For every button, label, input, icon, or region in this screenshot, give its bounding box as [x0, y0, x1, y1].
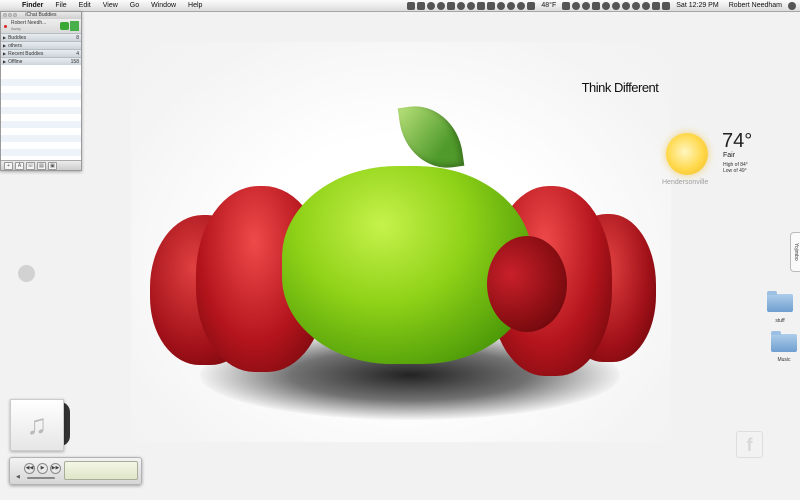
group-count: 8	[76, 34, 79, 41]
ichat-bottom-toolbar: + A ☏ ▤ ▣	[1, 160, 81, 170]
weather-temperature: 74°	[722, 130, 753, 152]
think-different-wallpaper-text: Think Different	[570, 80, 670, 130]
next-track-button[interactable]: ▶▶	[50, 463, 61, 474]
menu-view[interactable]: View	[97, 2, 124, 9]
refresh-menu-icon[interactable]	[602, 1, 611, 10]
user-name[interactable]: Robert Needham	[725, 2, 786, 9]
sync-menu-icon[interactable]	[582, 1, 591, 10]
ichat-title: iChat Buddies	[25, 12, 57, 18]
timer-menu-icon[interactable]	[507, 1, 516, 10]
zoom-button[interactable]	[13, 13, 17, 17]
group-name: Buddies	[8, 34, 27, 41]
folder-label[interactable]: Music	[769, 357, 799, 363]
volume-menu-icon[interactable]	[652, 1, 661, 10]
folder-icon[interactable]	[771, 331, 797, 352]
weather-condition: Fair	[723, 152, 736, 159]
green-apple-bite	[487, 236, 567, 332]
ichat-title-bar[interactable]: iChat Buddies	[1, 12, 81, 19]
think-different-text: Think Different	[581, 80, 659, 95]
yojimbo-drop-tab[interactable]: Yojimbo	[790, 232, 800, 272]
menu-help[interactable]: Help	[182, 2, 208, 9]
eject-menu-icon[interactable]	[622, 1, 631, 10]
group-count: 158	[70, 58, 79, 65]
weather-menu-text[interactable]: 48°F	[537, 2, 560, 9]
buddy-list-area[interactable]	[1, 72, 81, 160]
audio-chat-button[interactable]: ☏	[26, 161, 35, 170]
wifi-menu-icon[interactable]	[642, 1, 651, 10]
album-art[interactable]: ♫	[10, 399, 64, 451]
video-chat-button[interactable]: ▤	[37, 161, 46, 170]
volume-slider[interactable]	[27, 477, 55, 479]
menu-file[interactable]: File	[49, 2, 72, 9]
paw-menu-icon[interactable]	[437, 1, 446, 10]
printer-menu-icon[interactable]	[562, 1, 571, 10]
weather-city: Hendersonville	[662, 179, 709, 186]
previous-track-button[interactable]: ◀◀	[24, 463, 35, 474]
disclosure-triangle-icon[interactable]: ▶	[3, 59, 6, 64]
window-controls	[3, 13, 17, 17]
menu-edit[interactable]: Edit	[73, 2, 97, 9]
minimize-button[interactable]	[8, 13, 12, 17]
group-count: 4	[76, 50, 79, 57]
twitter-menu-icon[interactable]	[447, 1, 456, 10]
ichat-buddies-window[interactable]: iChat Buddies Robert Needh... Away ▶ Budd…	[0, 11, 82, 171]
spotlight-icon[interactable]	[788, 1, 796, 10]
weather-low: Low of 49°	[723, 168, 747, 174]
group-offline[interactable]: ▶ Offline 158	[1, 57, 81, 65]
close-button[interactable]	[3, 13, 7, 17]
skype-menu-icon[interactable]	[467, 1, 476, 10]
status-area: 48°F Sat 12:29 PM Robert Needham	[407, 0, 796, 11]
facebook-icon[interactable]: f	[736, 431, 763, 458]
add-buddy-button[interactable]: +	[4, 161, 13, 170]
clock[interactable]: Sat 12:29 PM	[672, 2, 722, 9]
desktop-dot	[18, 265, 35, 282]
group-others[interactable]: ▶ others	[1, 41, 81, 49]
menu-finder[interactable]: Finder	[16, 2, 49, 9]
play-button[interactable]: ▶	[37, 463, 48, 474]
brightness-menu-icon[interactable]	[517, 1, 526, 10]
folder-icon[interactable]	[767, 291, 793, 312]
music-note-icon: ♫	[26, 409, 48, 440]
text-chat-button[interactable]: A	[15, 161, 24, 170]
group-recent-buddies[interactable]: ▶ Recent Buddies 4	[1, 49, 81, 57]
group-name: Offline	[8, 58, 23, 65]
timemachine-menu-icon[interactable]	[612, 1, 621, 10]
status-menu-icon[interactable]	[572, 1, 581, 10]
chat-menu-icon[interactable]	[457, 1, 466, 10]
sun-icon	[666, 133, 708, 175]
menu-bar: Finder File Edit View Go Window Help 48°…	[0, 0, 800, 12]
buddy-picture[interactable]	[70, 21, 79, 31]
group-buddies[interactable]: ▶ Buddies 8	[1, 33, 81, 41]
speaker-icon: ◀	[16, 474, 20, 480]
box-menu-icon[interactable]	[592, 1, 601, 10]
music-menu-icon[interactable]	[407, 1, 416, 10]
status-dot-icon[interactable]	[4, 25, 7, 28]
bluetooth-menu-icon[interactable]	[632, 1, 641, 10]
weather-high-low: High of 84° Low of 49°	[723, 162, 748, 174]
facebook-menu-icon[interactable]	[417, 1, 426, 10]
music-player-widget: ◀◀ ▶ ▶▶ ◀	[9, 457, 142, 485]
player-lcd	[64, 461, 138, 480]
group-name: Recent Buddies	[8, 50, 44, 57]
menu-go[interactable]: Go	[124, 2, 145, 9]
video-camera-icon[interactable]	[60, 22, 69, 30]
disclosure-triangle-icon[interactable]: ▶	[3, 35, 6, 40]
dropbox-menu-icon[interactable]	[477, 1, 486, 10]
cloud2-menu-icon[interactable]	[527, 1, 536, 10]
folder-label[interactable]: stuff	[765, 318, 795, 324]
disclosure-triangle-icon[interactable]: ▶	[3, 43, 6, 48]
clock-menu-icon[interactable]	[427, 1, 436, 10]
ichat-user-row[interactable]: Robert Needh... Away	[1, 19, 81, 33]
cloud-menu-icon[interactable]	[497, 1, 506, 10]
screen-share-button[interactable]: ▣	[48, 161, 57, 170]
battery-menu-icon[interactable]	[662, 1, 671, 10]
scissors-menu-icon[interactable]	[487, 1, 496, 10]
menu-window[interactable]: Window	[145, 2, 182, 9]
group-name: others	[8, 42, 22, 49]
disclosure-triangle-icon[interactable]: ▶	[3, 51, 6, 56]
